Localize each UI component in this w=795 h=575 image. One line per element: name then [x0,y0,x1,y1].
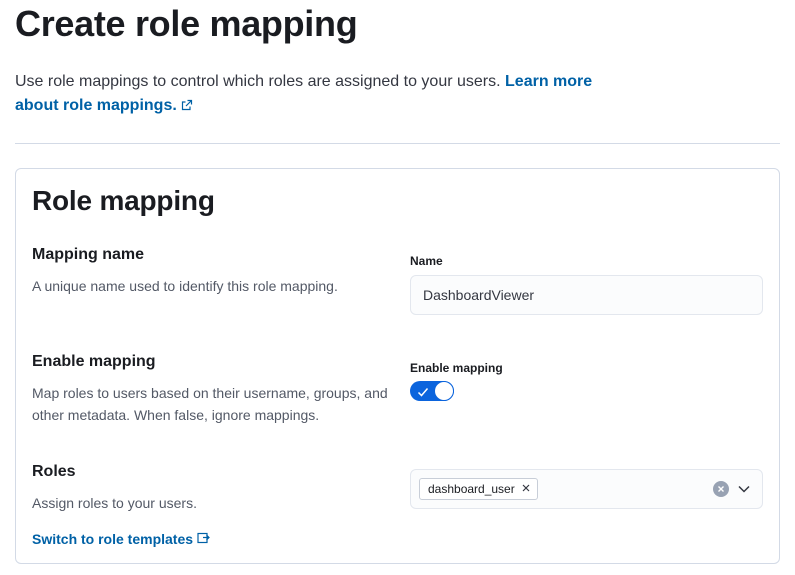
name-field-label: Name [410,254,443,268]
switch-link-label: Switch to role templates [32,531,194,547]
panel-title: Role mapping [32,185,215,216]
roles-description-group: Roles Assign roles to your users. [32,462,392,514]
enable-mapping-description: Map roles to users based on their userna… [32,385,388,423]
switch-to-role-templates-link[interactable]: Switch to role templates [32,529,210,549]
mapping-name-description-group: Mapping name A unique name used to ident… [32,245,392,297]
role-pill: dashboard_user [419,478,538,500]
section-divider [15,143,780,144]
role-pill-label: dashboard_user [428,482,515,496]
mapping-name-field-group: Name [410,253,763,315]
page: Create role mapping Use role mappings to… [0,0,795,575]
chevron-down-icon[interactable] [737,482,751,501]
roles-title: Roles [32,463,76,480]
check-icon [417,385,429,403]
popout-icon [197,529,210,549]
roles-description: Assign roles to your users. [32,495,197,511]
mapping-name-description: A unique name used to identify this role… [32,278,338,294]
enable-mapping-title: Enable mapping [32,353,156,370]
intro-text: Use role mappings to control which roles… [15,70,595,119]
page-title: Create role mapping [15,3,358,44]
external-link-icon [181,95,193,119]
mapping-name-title: Mapping name [32,246,145,263]
enable-mapping-description-group: Enable mapping Map roles to users based … [32,352,392,426]
roles-combobox[interactable]: dashboard_user [410,469,763,509]
clear-icon[interactable] [713,481,729,497]
enable-mapping-field-label: Enable mapping [410,361,503,375]
name-input[interactable] [410,275,763,315]
roles-field-group: dashboard_user [410,469,763,509]
close-icon[interactable] [521,482,531,496]
intro-description: Use role mappings to control which roles… [15,73,506,90]
enable-mapping-switch[interactable] [410,381,454,401]
enable-mapping-field-group: Enable mapping [410,360,763,401]
role-mapping-panel: Role mapping Mapping name A unique name … [15,168,780,564]
switch-knob [434,381,454,401]
